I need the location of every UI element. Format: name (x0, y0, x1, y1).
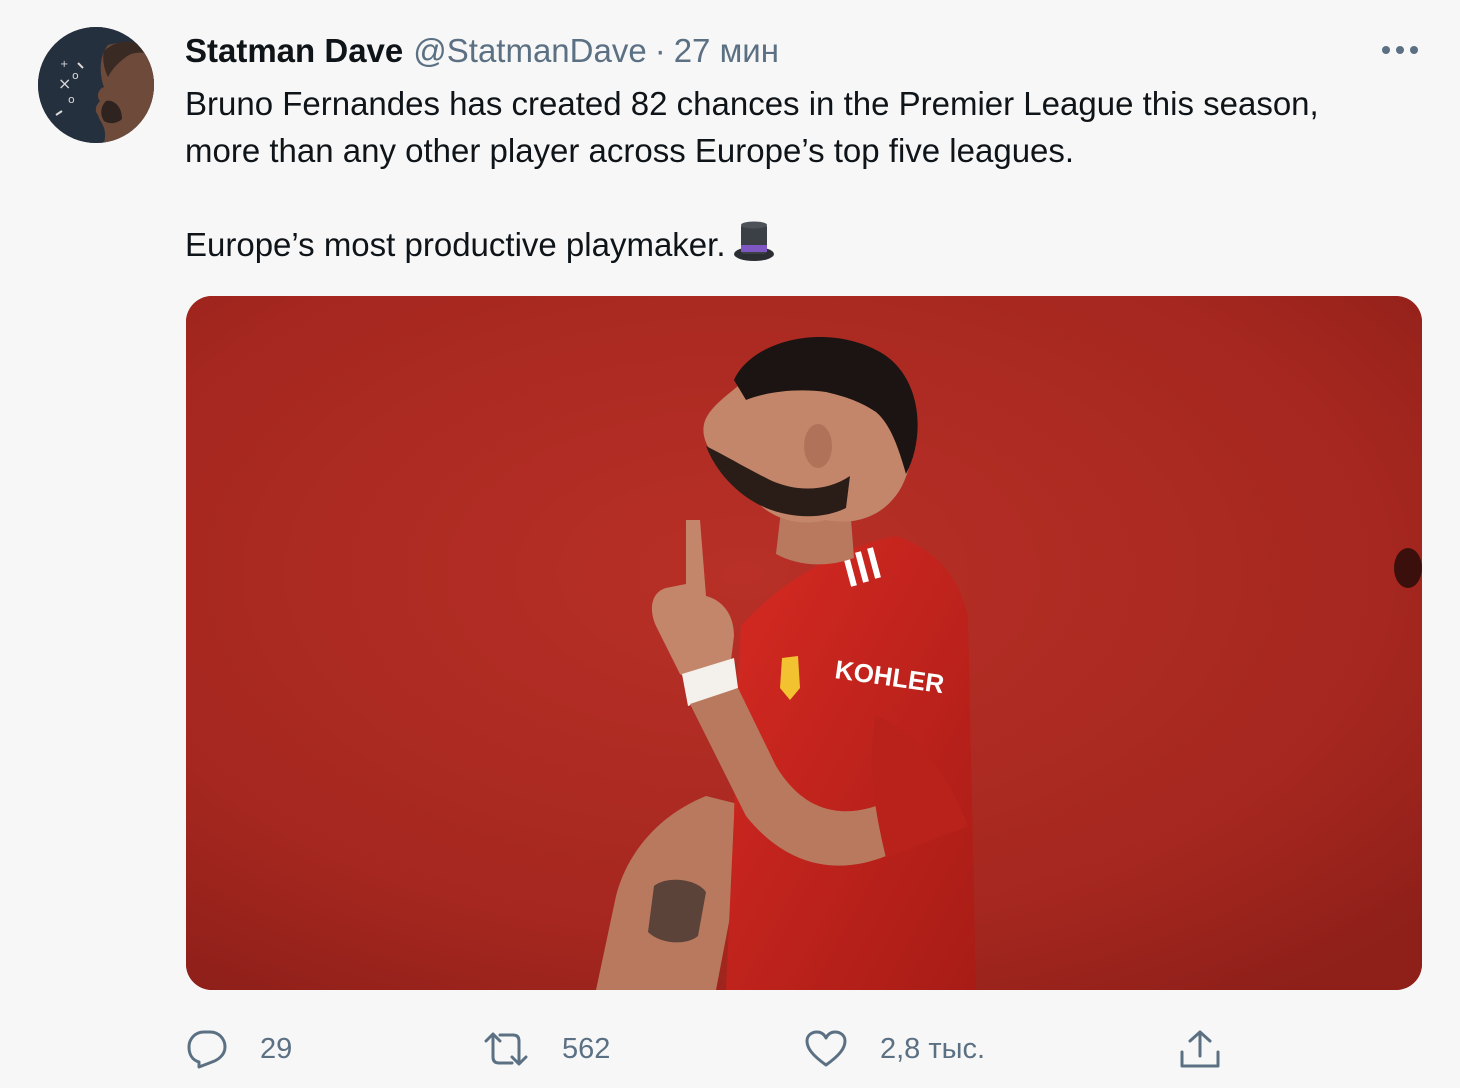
player-photo: KOHLER (186, 296, 1422, 990)
svg-text:o: o (68, 93, 75, 106)
header-separator: · (654, 32, 666, 69)
tweet-timestamp[interactable]: 27 мин (674, 32, 779, 70)
avatar[interactable]: × o o + (38, 27, 154, 143)
display-name[interactable]: Statman Dave (185, 32, 403, 70)
tweet-text-line: more than any other player across Europe… (185, 132, 1075, 169)
tweet-text-line: Bruno Fernandes has created 82 chances i… (185, 85, 1319, 122)
reply-count: 29 (260, 1032, 293, 1065)
tweet-text-line: Europe’s most productive playmaker. (185, 226, 726, 263)
tweet-text-line-emoji: Europe’s most productive playmaker. (185, 220, 1425, 274)
reply-button[interactable]: 29 (186, 1022, 292, 1076)
tweet-actions-bar: 29 562 2,8 тыс. (186, 1022, 1246, 1076)
svg-text:+: + (60, 59, 68, 70)
more-options-button[interactable] (1376, 30, 1424, 70)
reply-icon (187, 1030, 227, 1069)
tweet-photo[interactable]: KOHLER (186, 296, 1422, 990)
svg-text:×: × (58, 74, 71, 93)
share-button[interactable] (1178, 1022, 1222, 1076)
more-horizontal-icon (1382, 46, 1418, 54)
retweet-count: 562 (562, 1032, 611, 1065)
like-count: 2,8 тыс. (880, 1032, 986, 1065)
username-handle[interactable]: @StatmanDave (413, 32, 646, 70)
avatar-image: × o o + (38, 27, 154, 143)
share-icon (1180, 1030, 1220, 1068)
tweet-card[interactable]: × o o + Statman Dave @StatmanDave · 27 м… (0, 0, 1460, 1088)
top-hat-emoji-icon (732, 220, 776, 274)
heart-icon (805, 1030, 847, 1067)
svg-text:o: o (72, 69, 79, 82)
tweet-header: Statman Dave @StatmanDave · 27 мин (185, 28, 779, 74)
tweet-text: Bruno Fernandes has created 82 chances i… (185, 80, 1425, 274)
like-button[interactable]: 2,8 тыс. (804, 1022, 985, 1076)
retweet-icon (484, 1032, 528, 1066)
retweet-button[interactable]: 562 (482, 1022, 610, 1076)
